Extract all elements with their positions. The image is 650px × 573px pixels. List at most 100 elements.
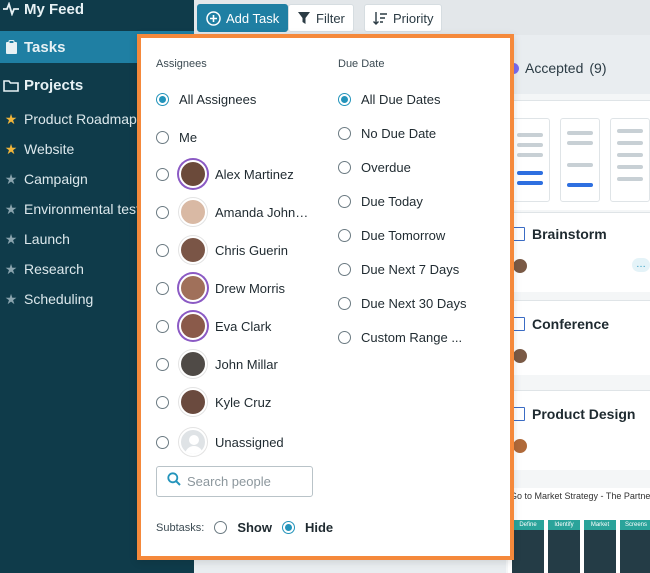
radio[interactable] xyxy=(156,131,169,144)
option-label: Eva Clark xyxy=(215,318,272,334)
option-label: Due Next 7 Days xyxy=(361,262,460,277)
avatar xyxy=(179,312,207,340)
task-title[interactable]: Brainstorm xyxy=(513,226,607,242)
due-option-next-30-days[interactable]: Due Next 30 Days xyxy=(338,296,467,311)
add-task-label: Add Task xyxy=(226,10,280,26)
assignee-option-amanda[interactable]: Amanda John… xyxy=(156,198,308,226)
radio[interactable] xyxy=(156,167,169,181)
assignee-option-john-millar[interactable]: John Millar xyxy=(156,350,278,378)
due-option-all[interactable]: All Due Dates xyxy=(338,92,440,107)
radio[interactable] xyxy=(338,127,351,140)
option-label: Due Tomorrow xyxy=(361,228,446,243)
sort-icon xyxy=(373,11,388,25)
task-card[interactable] xyxy=(506,212,650,292)
star-icon[interactable]: ★ xyxy=(2,261,20,278)
option-label: No Due Date xyxy=(361,126,437,141)
radio-selected[interactable] xyxy=(281,521,295,534)
assignee-option-drew-morris[interactable]: Drew Morris xyxy=(156,274,285,302)
strategy-diagram-thumbnail[interactable]: Go to Market Strategy - The Partner P De… xyxy=(508,488,650,573)
radio[interactable] xyxy=(338,263,351,276)
add-task-button[interactable]: Add Task xyxy=(197,4,289,32)
avatar xyxy=(179,388,207,416)
comment-icon[interactable]: … xyxy=(632,258,650,272)
toolbar: Add Task Filter Priority xyxy=(194,0,650,35)
diagram-head: Define xyxy=(512,520,544,530)
radio[interactable] xyxy=(156,357,169,371)
sidebar-item-label: Tasks xyxy=(24,38,66,56)
project-label: Launch xyxy=(24,231,70,247)
option-label: Overdue xyxy=(361,160,411,175)
option-label: Kyle Cruz xyxy=(215,394,272,410)
radio-selected[interactable] xyxy=(156,93,169,106)
option-label: John Millar xyxy=(215,356,278,372)
priority-label: Priority xyxy=(393,10,434,26)
star-icon[interactable]: ★ xyxy=(2,291,20,308)
assignee-option-me[interactable]: Me xyxy=(156,130,197,145)
option-label: Chris Guerin xyxy=(215,242,288,258)
avatar xyxy=(179,236,207,264)
radio[interactable] xyxy=(156,243,169,257)
due-option-today[interactable]: Due Today xyxy=(338,194,423,209)
diagram-head: Identify xyxy=(548,520,580,530)
radio-selected[interactable] xyxy=(338,93,351,106)
due-option-tomorrow[interactable]: Due Tomorrow xyxy=(338,228,445,243)
radio[interactable] xyxy=(156,435,169,449)
task-title[interactable]: Product Design xyxy=(513,406,635,422)
filter-popup: Assignees Due Date All Assignees Me Alex… xyxy=(137,34,514,560)
radio[interactable] xyxy=(338,195,351,208)
diagram-head: Market xyxy=(584,520,616,530)
star-icon[interactable]: ★ xyxy=(2,111,20,128)
assignee-option-all[interactable]: All Assignees xyxy=(156,92,256,107)
option-label: All Assignees xyxy=(179,92,257,107)
assignee-option-eva-clark[interactable]: Eva Clark xyxy=(156,312,271,340)
option-label: Drew Morris xyxy=(215,280,286,296)
option-label: Custom Range ... xyxy=(361,330,463,345)
task-title[interactable]: Conference xyxy=(513,316,609,332)
task-card[interactable] xyxy=(506,300,650,375)
user-placeholder-icon xyxy=(179,428,207,456)
assignee-option-kyle-cruz[interactable]: Kyle Cruz xyxy=(156,388,271,416)
column-header-accepted: Accepted (9) xyxy=(508,60,607,76)
radio[interactable] xyxy=(156,319,169,333)
assignee-option-unassigned[interactable]: Unassigned xyxy=(156,428,284,456)
subtasks-show-option[interactable]: Show xyxy=(214,520,272,535)
project-label: Campaign xyxy=(24,171,88,187)
radio[interactable] xyxy=(338,331,351,344)
radio[interactable] xyxy=(338,297,351,310)
priority-button[interactable]: Priority xyxy=(364,4,443,32)
filter-label: Filter xyxy=(316,10,345,26)
radio[interactable] xyxy=(156,281,169,295)
subtasks-hide-option[interactable]: Hide xyxy=(281,520,333,535)
document-icon xyxy=(513,317,525,331)
assignees-heading: Assignees xyxy=(156,58,207,70)
due-option-next-7-days[interactable]: Due Next 7 Days xyxy=(338,262,459,277)
assignee-option-alex-martinez[interactable]: Alex Martinez xyxy=(156,160,294,188)
star-icon[interactable]: ★ xyxy=(2,141,20,158)
due-option-custom-range[interactable]: Custom Range ... xyxy=(338,330,462,345)
task-title-text: Brainstorm xyxy=(532,226,607,242)
radio[interactable] xyxy=(338,229,351,242)
clipboard-icon xyxy=(2,39,20,55)
star-icon[interactable]: ★ xyxy=(2,201,20,218)
option-label: Unassigned xyxy=(215,434,284,450)
avatar xyxy=(179,274,207,302)
avatar xyxy=(179,350,207,378)
assignee-option-chris-guerin[interactable]: Chris Guerin xyxy=(156,236,288,264)
star-icon[interactable]: ★ xyxy=(2,231,20,248)
search-people-field[interactable] xyxy=(156,466,313,497)
radio[interactable] xyxy=(338,161,351,174)
attachment-thumbnails[interactable] xyxy=(510,118,650,203)
avatar xyxy=(179,198,207,226)
radio[interactable] xyxy=(156,395,169,409)
radio[interactable] xyxy=(156,205,169,219)
subtasks-label: Subtasks: xyxy=(156,521,205,534)
sidebar-item-my-feed[interactable]: My Feed xyxy=(0,0,194,25)
due-option-none[interactable]: No Due Date xyxy=(338,126,436,141)
star-icon[interactable]: ★ xyxy=(2,171,20,188)
task-card[interactable] xyxy=(506,390,650,470)
filter-button[interactable]: Filter xyxy=(288,4,354,32)
due-option-overdue[interactable]: Overdue xyxy=(338,160,411,175)
search-icon xyxy=(167,472,181,491)
search-people-input[interactable] xyxy=(187,474,307,489)
radio[interactable] xyxy=(214,521,228,534)
